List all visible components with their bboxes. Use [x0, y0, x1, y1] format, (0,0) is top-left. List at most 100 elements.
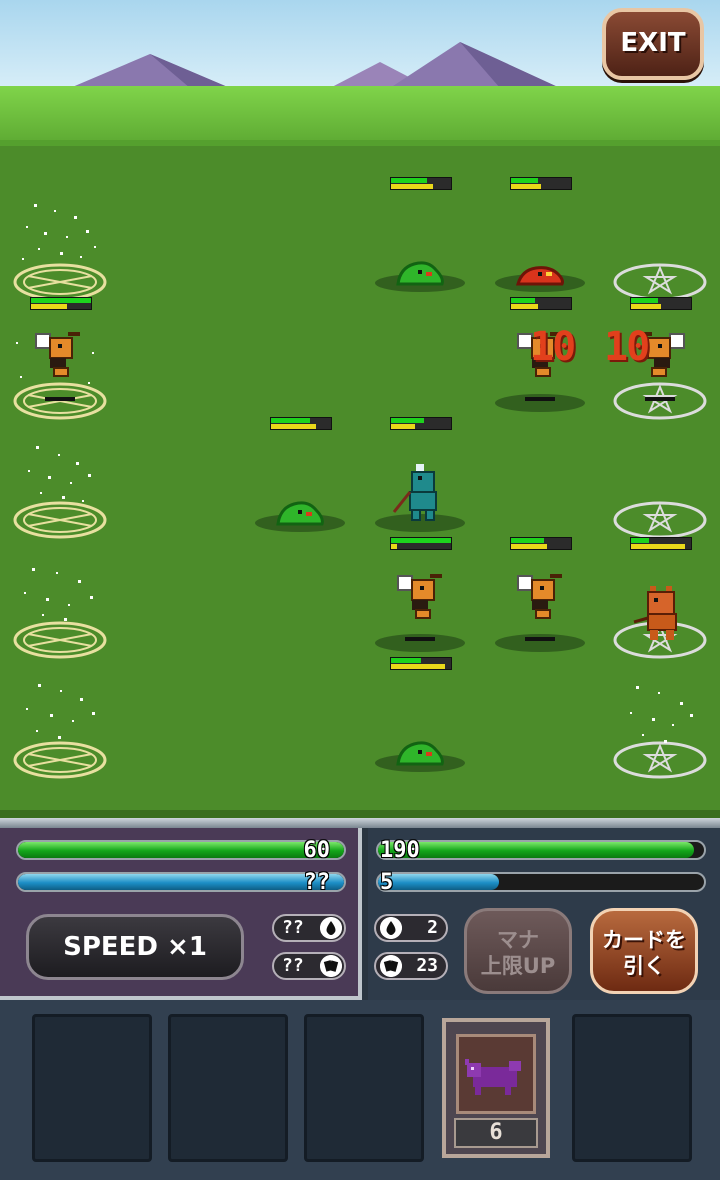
battlefield: 10 10 EXIT	[0, 0, 720, 818]
cards-icon	[320, 955, 342, 977]
unit-energy-fill	[391, 544, 397, 549]
draw-card-button[interactable]: カードを 引く	[590, 908, 698, 994]
hill-band	[0, 86, 720, 146]
slime-green-unit[interactable]	[392, 738, 448, 768]
hud-divider	[0, 818, 720, 828]
unit-energy-fill	[391, 424, 415, 429]
unit-hp-bar	[630, 297, 692, 310]
bee-unit[interactable]	[392, 568, 452, 628]
card-cost: 6	[454, 1118, 538, 1148]
unit-hp-bar	[390, 177, 452, 190]
unit-hp-fill	[631, 298, 658, 303]
bee-unit[interactable]	[512, 568, 572, 628]
sparkle-effect	[26, 684, 95, 739]
player-hp-bar	[16, 840, 346, 860]
player-mana-count-value: ??	[282, 917, 304, 938]
damage-number: 10	[604, 324, 650, 370]
unit-hp-bar	[390, 657, 452, 670]
hand-card[interactable]: 6	[442, 1018, 550, 1158]
player-hp-value: 60	[303, 838, 331, 863]
unit-hp-fill	[511, 538, 544, 543]
bee-unit[interactable]	[30, 326, 90, 386]
unit-hp-fill	[511, 298, 535, 303]
unit-hp-bar	[510, 177, 572, 190]
unit-marker	[525, 637, 555, 641]
field-border	[0, 810, 720, 818]
unit-hp-bar	[390, 417, 452, 430]
unit-energy-fill	[271, 424, 316, 429]
enemy-deck-count: 23	[374, 952, 448, 980]
sparkle-effect	[630, 686, 693, 743]
unit-marker	[45, 397, 75, 401]
enemy-mana-count-value: 2	[427, 917, 438, 938]
player-mana-fill	[18, 874, 344, 890]
mana-drop-icon	[320, 917, 342, 939]
empty-card-slot[interactable]	[304, 1014, 424, 1162]
cards-icon	[380, 955, 402, 977]
unit-hp-bar	[630, 537, 692, 550]
unit-hp-fill	[271, 418, 310, 423]
sparkle-effect	[28, 446, 91, 502]
unit-hp-bar	[510, 297, 572, 310]
player-status-panel: 60 ?? SPEED ×1 ?? ??	[0, 828, 362, 1000]
player-mana-count: ??	[272, 914, 346, 942]
player-hp-fill	[18, 842, 344, 858]
unit-marker	[405, 637, 435, 641]
empty-card-slot[interactable]	[32, 1014, 152, 1162]
card-hand-tray: 6	[0, 1000, 720, 1180]
empty-card-slot[interactable]	[168, 1014, 288, 1162]
exit-button[interactable]: EXIT	[602, 8, 704, 80]
draw-card-line1: カードを	[602, 928, 686, 952]
player-deck-count: ??	[272, 952, 346, 980]
empty-card-slot[interactable]	[572, 1014, 692, 1162]
unit-hp-fill	[511, 178, 538, 183]
mana-limit-up-button[interactable]: マナ 上限UP	[464, 908, 572, 994]
sparkle-effect	[24, 568, 93, 621]
sparkle-effect	[22, 204, 96, 260]
enemy-mana-value: 5	[380, 870, 394, 895]
slime-green-unit[interactable]	[272, 498, 328, 528]
unit-hp-fill	[391, 178, 427, 183]
mana-limit-up-line1: マナ	[497, 928, 539, 952]
unit-energy-fill	[391, 664, 445, 669]
unit-energy-fill	[511, 544, 547, 549]
lizard-knight-unit[interactable]	[388, 462, 452, 524]
hud-panel: 60 ?? SPEED ×1 ?? ?? 190 5 2 23 マナ 上限UP …	[0, 818, 720, 1180]
card-art	[456, 1034, 536, 1114]
enemy-imp-unit[interactable]	[630, 582, 690, 642]
draw-card-line2: 引く	[623, 954, 665, 978]
game-screen: 10 10 EXIT 60 ?? SPEED ×1 ?? ?? 190 5 2 …	[0, 0, 720, 1180]
speed-button[interactable]: SPEED ×1	[26, 914, 244, 980]
unit-energy-fill	[631, 304, 661, 309]
unit-hp-bar	[270, 417, 332, 430]
enemy-hp-value: 190	[380, 838, 420, 863]
unit-hp-fill	[391, 658, 421, 663]
player-mana-bar	[16, 872, 346, 892]
damage-number: 10	[530, 324, 576, 370]
summon-circle	[613, 382, 707, 420]
enemy-deck-count-value: 23	[416, 955, 438, 976]
unit-hp-bar	[510, 537, 572, 550]
unit-energy-fill	[511, 184, 541, 189]
unit-energy-fill	[31, 304, 67, 309]
slime-red-unit[interactable]	[512, 260, 568, 288]
slime-green-unit[interactable]	[392, 258, 448, 288]
unit-hp-bar	[390, 537, 452, 550]
summon-circle	[613, 263, 707, 301]
unit-marker	[645, 397, 675, 401]
enemy-mana-fill	[378, 874, 499, 890]
enemy-mana-bar	[376, 872, 706, 892]
purple-beast-icon	[465, 1059, 521, 1095]
unit-hp-fill	[391, 538, 451, 543]
enemy-mana-count: 2	[374, 914, 448, 942]
player-mana-value: ??	[303, 870, 331, 895]
mana-limit-up-line2: 上限UP	[480, 954, 556, 978]
enemy-hp-bar	[376, 840, 706, 860]
grass-floor	[0, 146, 720, 818]
unit-hp-fill	[631, 538, 649, 543]
unit-hp-fill	[391, 418, 424, 423]
summon-circle	[613, 501, 707, 539]
unit-marker	[525, 397, 555, 401]
unit-hp-bar	[30, 297, 92, 310]
unit-energy-fill	[631, 544, 685, 549]
